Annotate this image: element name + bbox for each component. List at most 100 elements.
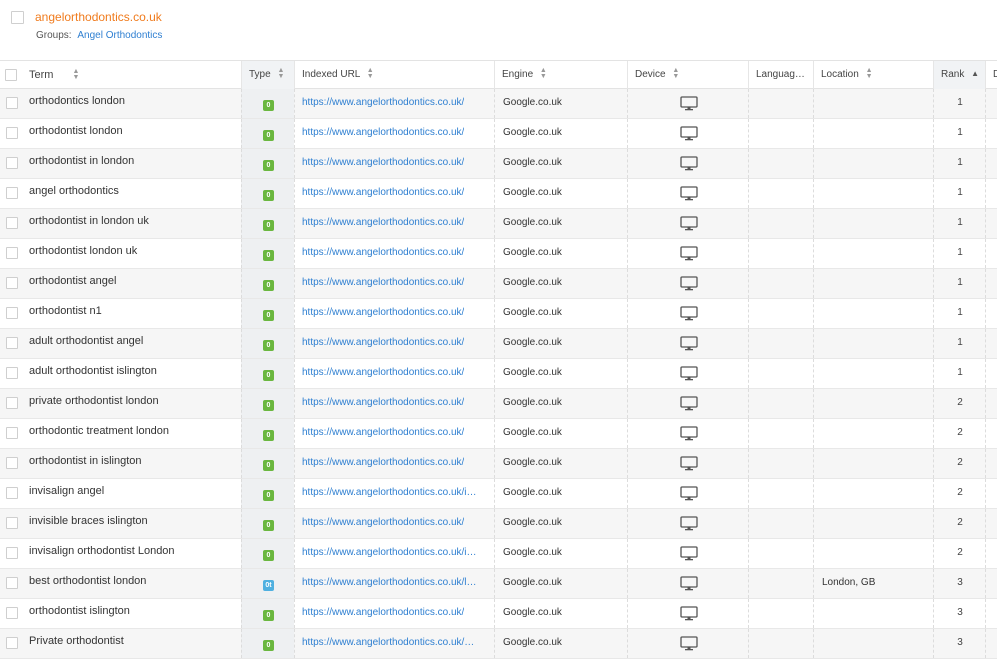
term-text: invisible braces islington bbox=[29, 515, 148, 527]
organic-result-icon: 0 bbox=[263, 340, 274, 351]
engine-cell: Google.co.uk bbox=[494, 299, 627, 328]
table-row[interactable]: adult orthodontist islington 0 https://www… bbox=[0, 359, 997, 389]
indexed-url-link[interactable]: https://www.angelorthodontics.co.uk/l… bbox=[302, 577, 477, 588]
engine-text: Google.co.uk bbox=[503, 277, 562, 288]
table-row[interactable]: orthodontist angel 0 https://www.angelorth… bbox=[0, 269, 997, 299]
column-header-language[interactable]: Languag… bbox=[748, 61, 813, 89]
row-checkbox[interactable] bbox=[6, 517, 18, 529]
rank-cell: 2 bbox=[933, 509, 985, 538]
location-cell bbox=[813, 179, 933, 208]
language-cell bbox=[748, 329, 813, 358]
table-row[interactable]: orthodontist in islington 0 https://www.an… bbox=[0, 449, 997, 479]
indexed-url-link[interactable]: https://www.angelorthodontics.co.uk/ bbox=[302, 337, 464, 348]
row-checkbox[interactable] bbox=[6, 187, 18, 199]
table-row[interactable]: orthodontist in london 0 https://www.angel… bbox=[0, 149, 997, 179]
column-header-url[interactable]: Indexed URL ▲ ▼ bbox=[294, 61, 494, 89]
engine-text: Google.co.uk bbox=[503, 127, 562, 138]
device-cell bbox=[627, 569, 748, 598]
table-row[interactable]: Private orthodontist 0 https://www.angelor… bbox=[0, 629, 997, 659]
type-cell: 0 bbox=[241, 509, 294, 538]
row-checkbox[interactable] bbox=[6, 277, 18, 289]
table-row[interactable]: orthodontist london 0 https://www.angelort… bbox=[0, 119, 997, 149]
indexed-url-link[interactable]: https://www.angelorthodontics.co.uk/ bbox=[302, 607, 464, 618]
indexed-url-link[interactable]: https://www.angelorthodontics.co.uk/ bbox=[302, 457, 464, 468]
indexed-url-link[interactable]: https://www.angelorthodontics.co.uk/… bbox=[302, 637, 474, 648]
table-row[interactable]: orthodontist n1 0 https://www.angelorthodo… bbox=[0, 299, 997, 329]
language-cell bbox=[748, 239, 813, 268]
engine-cell: Google.co.uk bbox=[494, 599, 627, 628]
row-checkbox[interactable] bbox=[6, 487, 18, 499]
table-row[interactable]: invisalign orthodontist London 0 https://w… bbox=[0, 539, 997, 569]
engine-text: Google.co.uk bbox=[503, 607, 562, 618]
term-text: orthodontist in london bbox=[29, 155, 135, 167]
row-checkbox[interactable] bbox=[6, 367, 18, 379]
indexed-url-link[interactable]: https://www.angelorthodontics.co.uk/ bbox=[302, 187, 464, 198]
indexed-url-link[interactable]: https://www.angelorthodontics.co.uk/ bbox=[302, 427, 464, 438]
column-header-type[interactable]: Type ▲ ▼ bbox=[241, 61, 294, 89]
row-checkbox[interactable] bbox=[6, 217, 18, 229]
row-checkbox[interactable] bbox=[6, 97, 18, 109]
table-row[interactable]: angel orthodontics 0 https://www.angelorth… bbox=[0, 179, 997, 209]
rank-value: 2 bbox=[957, 517, 963, 528]
select-all-checkbox[interactable] bbox=[5, 69, 17, 81]
table-row[interactable]: orthodontist in london uk 0 https://www.an… bbox=[0, 209, 997, 239]
group-link[interactable]: Angel Orthodontics bbox=[77, 30, 162, 41]
table-row[interactable]: invisible braces islington 0 https://www.a… bbox=[0, 509, 997, 539]
table-row[interactable]: orthodontist islington 0 https://www.angel… bbox=[0, 599, 997, 629]
term-text: orthodontist angel bbox=[29, 275, 117, 287]
term-text: invisalign angel bbox=[29, 485, 105, 497]
device-cell bbox=[627, 629, 748, 658]
engine-text: Google.co.uk bbox=[503, 487, 562, 498]
row-checkbox[interactable] bbox=[6, 337, 18, 349]
row-checkbox[interactable] bbox=[6, 607, 18, 619]
engine-text: Google.co.uk bbox=[503, 637, 562, 648]
indexed-url-link[interactable]: https://www.angelorthodontics.co.uk/ bbox=[302, 307, 464, 318]
indexed-url-link[interactable]: https://www.angelorthodontics.co.uk/ bbox=[302, 157, 464, 168]
column-header-rank[interactable]: Rank ▲ bbox=[933, 61, 985, 89]
indexed-url-link[interactable]: https://www.angelorthodontics.co.uk/ bbox=[302, 517, 464, 528]
indexed-url-link[interactable]: https://www.angelorthodontics.co.uk/ bbox=[302, 127, 464, 138]
language-cell bbox=[748, 449, 813, 478]
row-checkbox[interactable] bbox=[6, 247, 18, 259]
row-checkbox[interactable] bbox=[6, 157, 18, 169]
location-cell bbox=[813, 539, 933, 568]
column-header-term[interactable]: Term ▲ ▼ bbox=[0, 61, 241, 89]
row-checkbox[interactable] bbox=[6, 127, 18, 139]
indexed-url-link[interactable]: https://www.angelorthodontics.co.uk/ bbox=[302, 217, 464, 228]
site-title-link[interactable]: angelorthodontics.co.uk bbox=[35, 10, 162, 24]
engine-cell: Google.co.uk bbox=[494, 479, 627, 508]
desktop-monitor-icon bbox=[680, 576, 698, 594]
indexed-url-link[interactable]: https://www.angelorthodontics.co.uk/ bbox=[302, 367, 464, 378]
column-header-d[interactable]: D bbox=[985, 61, 997, 89]
indexed-url-link[interactable]: https://www.angelorthodontics.co.uk/ bbox=[302, 97, 464, 108]
column-header-engine[interactable]: Engine ▲ ▼ bbox=[494, 61, 627, 89]
table-row[interactable]: best orthodontist london 0t https://www.an… bbox=[0, 569, 997, 599]
table-header: Term ▲ ▼ Type ▲ ▼ Indexed URL ▲ ▼ Engine ▲ ▼… bbox=[0, 60, 997, 89]
column-header-location[interactable]: Location ▲ ▼ bbox=[813, 61, 933, 89]
indexed-url-link[interactable]: https://www.angelorthodontics.co.uk/i… bbox=[302, 547, 477, 558]
row-checkbox[interactable] bbox=[6, 637, 18, 649]
url-cell: https://www.angelorthodontics.co.uk/ bbox=[294, 89, 494, 118]
table-row[interactable]: adult orthodontist angel 0 https://www.ang… bbox=[0, 329, 997, 359]
row-checkbox[interactable] bbox=[6, 547, 18, 559]
column-header-device[interactable]: Device ▲ ▼ bbox=[627, 61, 748, 89]
select-site-checkbox[interactable] bbox=[11, 11, 24, 24]
rank-cell: 1 bbox=[933, 149, 985, 178]
column-label-location: Location bbox=[821, 69, 859, 80]
table-row[interactable]: orthodontic treatment london 0 https://www… bbox=[0, 419, 997, 449]
term-cell: adult orthodontist islington bbox=[0, 359, 241, 388]
indexed-url-link[interactable]: https://www.angelorthodontics.co.uk/ bbox=[302, 397, 464, 408]
row-checkbox[interactable] bbox=[6, 307, 18, 319]
row-checkbox[interactable] bbox=[6, 577, 18, 589]
row-checkbox[interactable] bbox=[6, 397, 18, 409]
indexed-url-link[interactable]: https://www.angelorthodontics.co.uk/ bbox=[302, 247, 464, 258]
indexed-url-link[interactable]: https://www.angelorthodontics.co.uk/ bbox=[302, 277, 464, 288]
table-row[interactable]: private orthodontist london 0 https://www.… bbox=[0, 389, 997, 419]
row-checkbox[interactable] bbox=[6, 427, 18, 439]
indexed-url-link[interactable]: https://www.angelorthodontics.co.uk/i… bbox=[302, 487, 477, 498]
table-row[interactable]: invisalign angel 0 https://www.angelorthod… bbox=[0, 479, 997, 509]
row-checkbox[interactable] bbox=[6, 457, 18, 469]
table-row[interactable]: orthodontist london uk 0 https://www.angel… bbox=[0, 239, 997, 269]
desktop-monitor-icon bbox=[680, 126, 698, 144]
table-row[interactable]: orthodontics london 0 https://www.angelort… bbox=[0, 89, 997, 119]
